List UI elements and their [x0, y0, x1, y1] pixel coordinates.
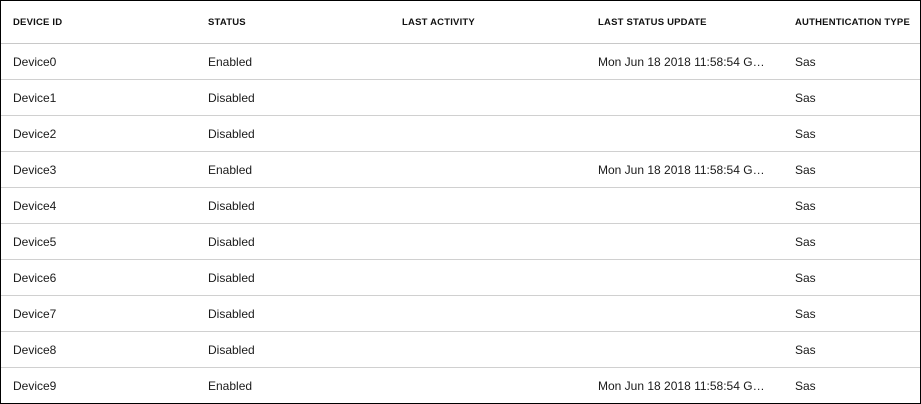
device-id-cell: Device6 [1, 259, 196, 296]
table-row[interactable]: Device6 Disabled Sas [1, 259, 920, 296]
table-row[interactable]: Device2 Disabled Sas [1, 115, 920, 152]
table-header-row: DEVICE ID STATUS LAST ACTIVITY LAST STAT… [1, 1, 920, 44]
status-cell: Disabled [196, 259, 390, 296]
column-header-device-id[interactable]: DEVICE ID [1, 1, 196, 44]
status-cell: Enabled [196, 43, 390, 80]
last-status-update-cell [586, 115, 783, 152]
last-status-update-cell [586, 223, 783, 260]
authentication-type-cell: Sas [783, 43, 920, 80]
last-status-update-cell [586, 79, 783, 116]
last-status-update-cell [586, 295, 783, 332]
column-header-last-status-update[interactable]: LAST STATUS UPDATE [586, 1, 783, 44]
authentication-type-cell: Sas [783, 151, 920, 188]
table-row[interactable]: Device7 Disabled Sas [1, 295, 920, 332]
device-id-cell: Device9 [13, 378, 57, 393]
status-cell: Disabled [196, 223, 390, 260]
authentication-type-cell: Sas [783, 259, 920, 296]
last-activity-cell [390, 331, 586, 368]
authentication-type-cell: Sas [795, 378, 816, 393]
last-status-update-cell: Mon Jun 18 2018 11:58:54 GMT-... [598, 378, 783, 393]
column-header-authentication-type[interactable]: AUTHENTICATION TYPE [783, 1, 920, 44]
column-header-last-activity[interactable]: LAST ACTIVITY [390, 1, 586, 44]
last-status-update-cell: Mon Jun 18 2018 11:58:54 GMT-... [586, 151, 783, 188]
authentication-type-cell: Sas [783, 331, 920, 368]
last-activity-cell [390, 295, 586, 332]
table-row[interactable]: Device0 Enabled Mon Jun 18 2018 11:58:54… [1, 43, 920, 80]
table-row[interactable]: Device9 Enabled Mon Jun 18 2018 11:58:54… [1, 368, 920, 404]
last-activity-cell [390, 368, 586, 404]
table-row[interactable]: Device4 Disabled Sas [1, 187, 920, 224]
device-list-panel: DEVICE ID STATUS LAST ACTIVITY LAST STAT… [0, 0, 921, 404]
device-id-cell: Device2 [1, 115, 196, 152]
table-row[interactable]: Device5 Disabled Sas [1, 223, 920, 260]
status-cell: Disabled [196, 115, 390, 152]
status-cell: Disabled [196, 187, 390, 224]
device-id-cell: Device8 [1, 331, 196, 368]
last-activity-cell [390, 187, 586, 224]
last-status-update-cell [586, 259, 783, 296]
last-activity-cell [390, 43, 586, 80]
authentication-type-cell: Sas [783, 295, 920, 332]
table-row[interactable]: Device3 Enabled Mon Jun 18 2018 11:58:54… [1, 151, 920, 188]
last-activity-cell [390, 115, 586, 152]
status-cell: Disabled [196, 331, 390, 368]
authentication-type-cell: Sas [783, 115, 920, 152]
last-status-update-cell [586, 331, 783, 368]
column-header-status[interactable]: STATUS [196, 1, 390, 44]
status-cell: Disabled [196, 79, 390, 116]
device-id-cell: Device7 [1, 295, 196, 332]
authentication-type-cell: Sas [783, 187, 920, 224]
last-status-update-cell [586, 187, 783, 224]
status-cell: Enabled [196, 151, 390, 188]
last-activity-cell [390, 151, 586, 188]
device-id-cell: Device5 [1, 223, 196, 260]
device-id-cell: Device3 [1, 151, 196, 188]
last-status-update-cell: Mon Jun 18 2018 11:58:54 GMT-... [586, 43, 783, 80]
device-id-cell: Device4 [1, 187, 196, 224]
status-cell: Enabled [208, 378, 253, 393]
last-activity-cell [390, 79, 586, 116]
table-row[interactable]: Device8 Disabled Sas [1, 331, 920, 368]
authentication-type-cell: Sas [783, 223, 920, 260]
last-activity-cell [390, 223, 586, 260]
table-row[interactable]: Device1 Disabled Sas [1, 79, 920, 116]
device-id-cell: Device1 [1, 79, 196, 116]
status-cell: Disabled [196, 295, 390, 332]
authentication-type-cell: Sas [783, 79, 920, 116]
last-activity-cell [390, 259, 586, 296]
device-table: DEVICE ID STATUS LAST ACTIVITY LAST STAT… [1, 1, 920, 403]
device-id-cell: Device0 [1, 43, 196, 80]
